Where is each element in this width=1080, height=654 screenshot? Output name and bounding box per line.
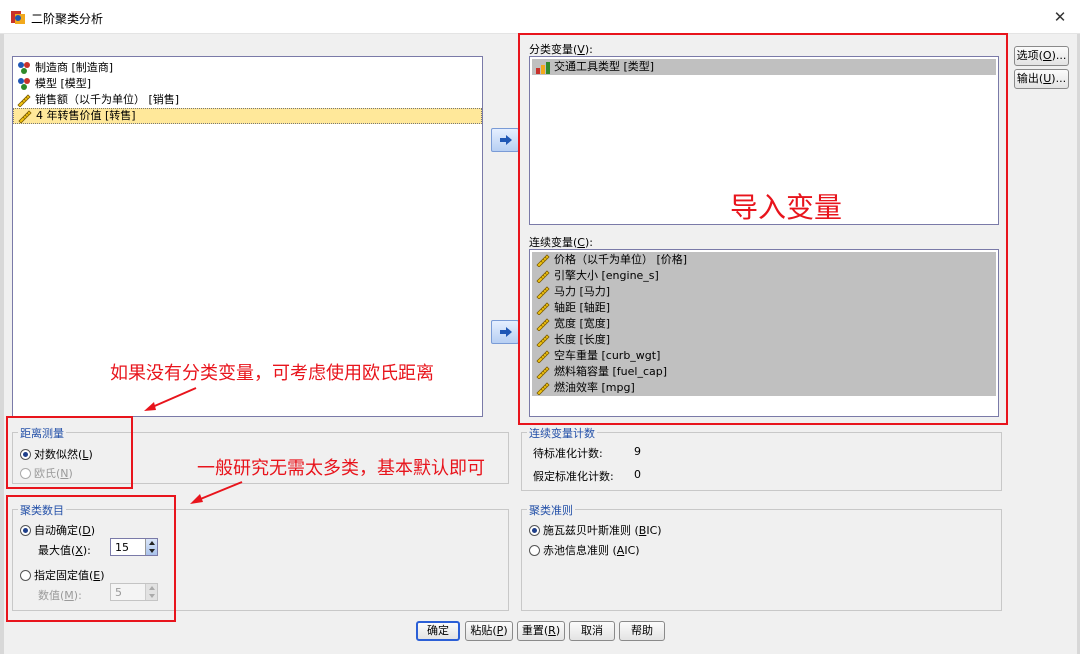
clustering-criterion-title: 聚类准则 <box>527 502 575 518</box>
background-window-edge <box>0 34 4 654</box>
help-button[interactable]: 帮助 <box>619 621 665 641</box>
to-standardize-value: 9 <box>634 445 641 458</box>
scale-ruler-icon <box>16 93 32 108</box>
list-item[interactable]: 模型 [模型] <box>13 76 482 92</box>
close-icon[interactable]: ✕ <box>1050 7 1070 27</box>
radio-dot <box>529 544 540 556</box>
move-to-continuous-button[interactable] <box>491 320 519 344</box>
list-item[interactable]: 销售额（以千为单位） [销售] <box>13 92 482 108</box>
spss-app-icon <box>11 11 25 24</box>
list-item[interactable]: 制造商 [制造商] <box>13 60 482 76</box>
options-button[interactable]: 选项(O)... <box>1014 46 1069 66</box>
radio-dot <box>529 524 540 536</box>
continuous-count-title: 连续变量计数 <box>527 425 597 441</box>
title-bar: 二阶聚类分析 ✕ <box>0 0 1080 34</box>
annotation-box-distance <box>6 416 133 489</box>
annotation-no-many-clusters: 一般研究无需太多类，基本默认即可 <box>197 458 485 479</box>
nominal-icon <box>16 77 32 91</box>
scale-ruler-icon <box>17 109 33 124</box>
reset-button[interactable]: 重置(R) <box>517 621 565 641</box>
annotation-arrow-2 <box>190 481 243 504</box>
assumed-standardized-label: 假定标准化计数: <box>533 470 614 483</box>
list-item-label: 4 年转售价值 [转售] <box>36 109 136 122</box>
arrow-right-icon <box>500 135 512 145</box>
list-item-label: 制造商 [制造商] <box>35 61 114 74</box>
list-item-label: 销售额（以千为单位） [销售] <box>35 93 180 106</box>
cancel-button[interactable]: 取消 <box>569 621 615 641</box>
paste-button[interactable]: 粘贴(P) <box>465 621 513 641</box>
output-button[interactable]: 输出(U)... <box>1014 69 1069 89</box>
ok-button[interactable]: 确定 <box>416 621 460 641</box>
to-standardize-label: 待标准化计数: <box>533 447 603 460</box>
list-item-label: 模型 [模型] <box>35 77 92 90</box>
window-title: 二阶聚类分析 <box>31 12 104 26</box>
annotation-arrow-1 <box>144 387 197 411</box>
annotation-box-clusters <box>6 495 176 622</box>
annotation-box-variables <box>518 33 1008 425</box>
list-item[interactable]: 4 年转售价值 [转售] <box>13 108 482 124</box>
annotation-import-vars: 导入变量 <box>730 191 843 224</box>
move-to-categorical-button[interactable] <box>491 128 519 152</box>
bic-radio[interactable]: 施瓦兹贝叶斯准则 (B IC) <box>529 522 662 538</box>
aic-radio[interactable]: 赤池信息准则 (A IC) <box>529 542 640 558</box>
nominal-icon <box>16 61 32 75</box>
arrow-right-icon <box>500 327 512 337</box>
annotation-no-categorical: 如果没有分类变量，可考虑使用欧氏距离 <box>110 363 434 384</box>
assumed-standardized-value: 0 <box>634 468 641 481</box>
